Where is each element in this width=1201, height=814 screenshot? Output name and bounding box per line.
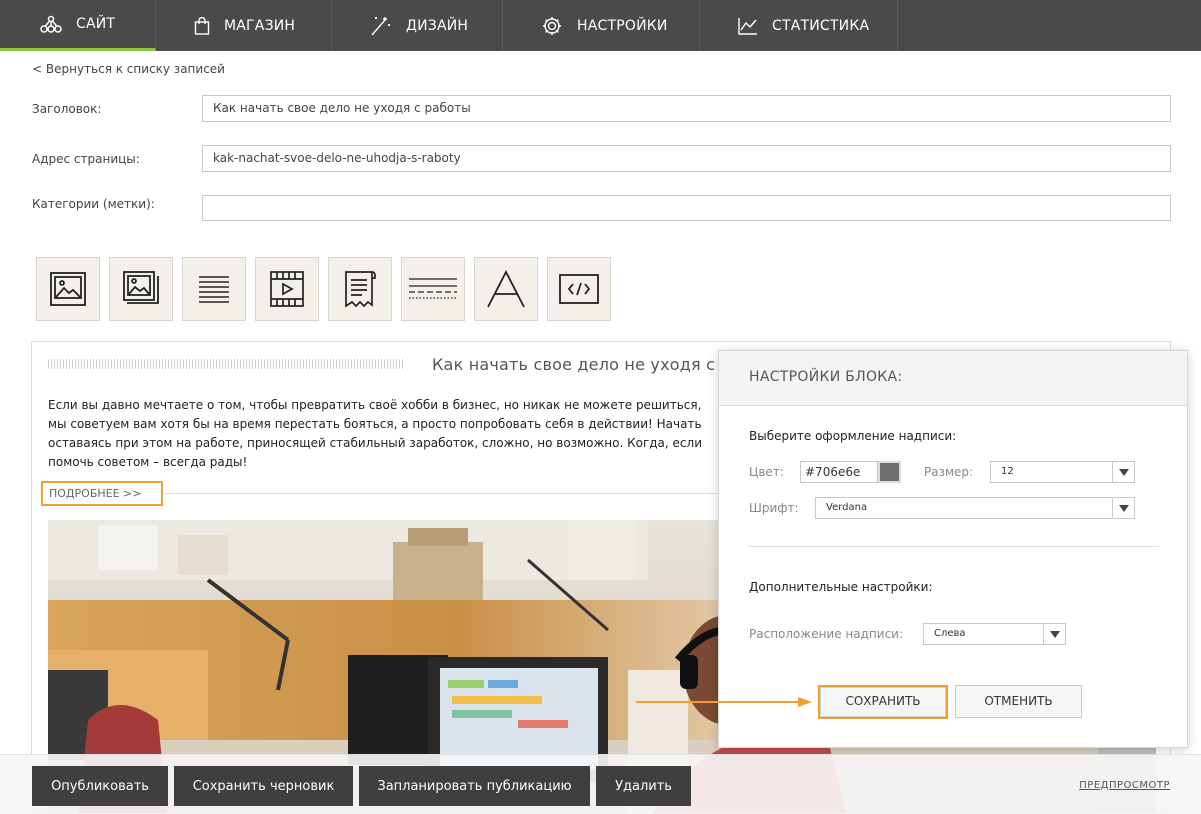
publish-button[interactable]: Опубликовать <box>32 766 168 806</box>
position-value: Слева <box>934 628 966 639</box>
nav-label: МАГАЗИН <box>224 17 296 34</box>
categories-input[interactable] <box>202 195 1171 221</box>
chevron-down-icon <box>1043 624 1065 644</box>
tool-divider[interactable] <box>401 257 465 321</box>
gallery-icon <box>123 271 159 304</box>
preview-link[interactable]: ПРЕДПРОСМОТР <box>1079 780 1170 791</box>
nav-label: СТАТИСТИКА <box>772 17 870 34</box>
gear-icon <box>543 16 561 35</box>
tool-code[interactable] <box>547 257 611 321</box>
pointer-arrow <box>636 697 812 707</box>
cancel-button[interactable]: ОТМЕНИТЬ <box>955 685 1082 718</box>
save-button[interactable]: СОХРАНИТЬ <box>818 685 948 719</box>
editor-title: Как начать свое дело не уходя с р <box>432 355 731 374</box>
position-label: Расположение надписи: <box>749 627 904 641</box>
shopping-bag-icon <box>194 16 210 35</box>
nav-label: САЙТ <box>76 16 116 32</box>
read-more-button[interactable]: ПОДРОБНЕЕ >> <box>41 481 163 506</box>
nav-item-statistics[interactable]: СТАТИСТИКА <box>700 0 898 51</box>
url-label: Адрес страницы: <box>32 152 140 166</box>
video-icon <box>270 271 304 307</box>
title-decoration <box>48 359 404 369</box>
divider-icon <box>409 278 457 299</box>
editor-text-line: оставаясь при этом на работе, приносящей… <box>48 436 702 450</box>
title-label: Заголовок: <box>32 102 102 116</box>
font-select[interactable]: Verdana <box>815 497 1135 519</box>
font-value: Verdana <box>826 502 868 513</box>
save-draft-button[interactable]: Сохранить черновик <box>174 766 353 806</box>
schedule-button[interactable]: Запланировать публикацию <box>359 766 590 806</box>
color-hex-input[interactable]: #706e6e <box>800 461 878 483</box>
font-label: Шрифт: <box>749 501 799 515</box>
top-navigation: САЙТ МАГАЗИН ДИЗАЙН НАСТРОЙКИ СТАТИСТИКА <box>0 0 1201 51</box>
block-settings-panel: НАСТРОЙКИ БЛОКА: Выберите оформление над… <box>718 350 1188 748</box>
editor-text-line: Если вы давно мечтаете о том, чтобы прев… <box>48 398 702 412</box>
color-label: Цвет: <box>749 465 784 479</box>
editor-text[interactable]: Если вы давно мечтаете о том, чтобы прев… <box>48 396 728 472</box>
tool-gallery[interactable] <box>109 257 173 321</box>
chart-icon <box>738 17 757 35</box>
document-icon <box>345 271 376 308</box>
back-to-list-link[interactable]: < Вернуться к списку записей <box>32 62 225 76</box>
editor-text-line: помочь советом – всегда рады! <box>48 455 248 469</box>
code-icon <box>559 274 599 304</box>
nav-item-site[interactable]: САЙТ <box>0 0 156 51</box>
panel-title: НАСТРОЙКИ БЛОКА: <box>719 351 1187 406</box>
size-select[interactable]: 12 <box>990 461 1135 483</box>
nav-label: ДИЗАЙН <box>406 17 469 34</box>
url-input[interactable]: kak-nachat-svoe-delo-ne-uhodja-s-raboty <box>202 145 1171 172</box>
editor-text-line: мы советуем вам хотя бы на время переста… <box>48 417 702 431</box>
nav-item-settings[interactable]: НАСТРОЙКИ <box>503 0 700 51</box>
size-value: 12 <box>1001 466 1014 477</box>
panel-divider <box>749 546 1159 547</box>
site-icon <box>40 15 62 33</box>
tool-text[interactable] <box>182 257 246 321</box>
title-input[interactable]: Как начать свое дело не уходя с работы <box>202 95 1171 122</box>
tool-video[interactable] <box>255 257 319 321</box>
bottom-action-bar: Опубликовать Сохранить черновик Запланир… <box>0 754 1201 814</box>
style-heading: Выберите оформление надписи: <box>749 429 957 443</box>
nav-item-design[interactable]: ДИЗАЙН <box>332 0 503 51</box>
image-icon <box>50 272 86 306</box>
position-select[interactable]: Слева <box>923 623 1066 645</box>
delete-button[interactable]: Удалить <box>596 766 691 806</box>
color-swatch[interactable] <box>878 461 901 483</box>
font-icon <box>487 270 525 308</box>
tool-image[interactable] <box>36 257 100 321</box>
chevron-down-icon <box>1112 462 1134 482</box>
text-lines-icon <box>199 276 229 303</box>
magic-wand-icon <box>371 16 390 35</box>
nav-label: НАСТРОЙКИ <box>577 17 668 34</box>
chevron-down-icon <box>1112 498 1134 518</box>
nav-item-shop[interactable]: МАГАЗИН <box>156 0 332 51</box>
extra-heading: Дополнительные настройки: <box>749 580 933 594</box>
size-label: Размер: <box>924 465 974 479</box>
categories-label: Категории (метки): <box>32 197 155 211</box>
tool-font[interactable] <box>474 257 538 321</box>
tool-document[interactable] <box>328 257 392 321</box>
